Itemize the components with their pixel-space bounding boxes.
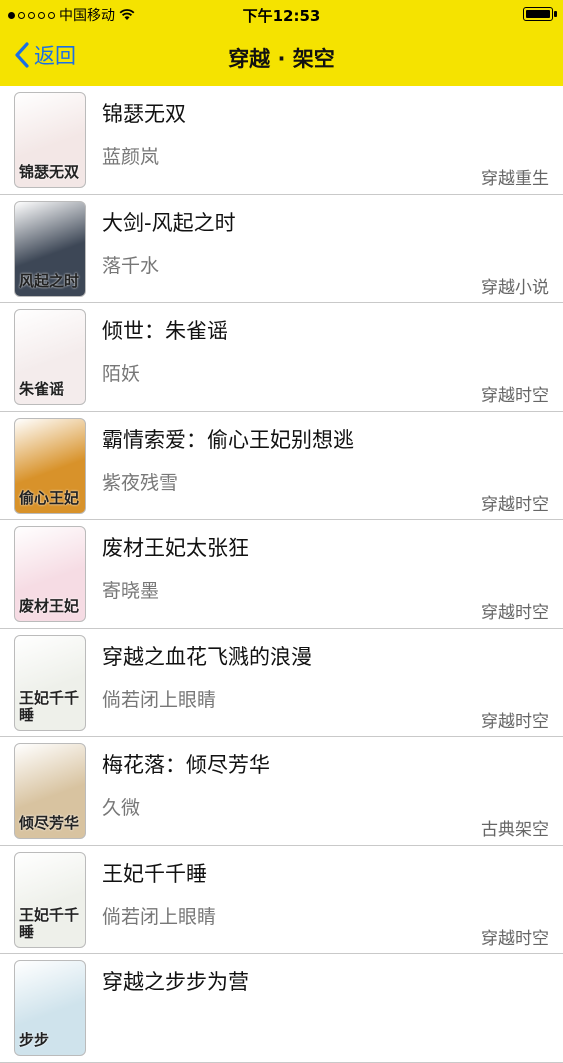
book-cover-text: 偷心王妃 [19,488,80,507]
book-list-item[interactable]: 王妃千千睡 王妃千千睡 倘若闭上眼睛 穿越时空 [0,845,563,954]
book-cover-text: 王妃千千睡 [19,688,80,724]
book-cover-text: 朱雀谣 [19,380,65,398]
page-title: 穿越 · 架空 [228,47,335,71]
book-cover: 朱雀谣 [14,309,86,405]
nav-bar: 返回 穿越 · 架空 [0,28,563,86]
status-bar: 中国移动 下午12:53 [0,0,563,28]
chevron-left-icon [15,42,29,68]
book-list-item[interactable]: 王妃千千睡 穿越之血花飞溅的浪漫 倘若闭上眼睛 穿越时空 [0,628,563,737]
book-category: 穿越重生 [481,169,549,189]
book-cover: 废材王妃 [14,526,86,622]
back-label: 返回 [34,44,76,68]
book-author: 倘若闭上眼睛 [102,688,217,711]
book-cover: 偷心王妃 [14,417,86,514]
book-title: 霸情索爱：偷心王妃别想逃 [102,427,354,452]
book-cover: 步步 [14,960,86,1056]
book-title: 穿越之血花飞溅的浪漫 [102,644,312,669]
book-cover: 锦瑟无双 [14,92,86,188]
book-category: 穿越时空 [481,386,549,406]
book-title: 穿越之步步为营 [102,970,249,994]
book-category: 穿越时空 [481,928,549,949]
book-list: 锦瑟无双 锦瑟无双 蓝颜岚 穿越重生 风起之时 大剑-风起之时 落千水 穿越小说… [0,86,563,1063]
back-button[interactable]: 返回 [14,40,76,70]
book-category: 穿越时空 [481,494,549,515]
book-title: 梅花落：倾尽芳华 [102,753,270,777]
book-title: 废材王妃太张狂 [102,536,249,560]
book-cover: 王妃千千睡 [14,634,86,731]
book-list-item[interactable]: 锦瑟无双 锦瑟无双 蓝颜岚 穿越重生 [0,86,563,195]
book-cover-text: 倾尽芳华 [19,814,80,832]
book-title: 倾世：朱雀谣 [102,319,228,343]
book-cover-text: 锦瑟无双 [19,163,80,181]
book-category: 穿越时空 [481,603,549,623]
book-author: 久微 [102,797,141,819]
book-author: 紫夜残雪 [102,471,179,494]
book-cover: 王妃千千睡 [14,851,86,948]
book-list-item[interactable]: 废材王妃 废材王妃太张狂 寄晓墨 穿越时空 [0,520,563,629]
book-author: 倘若闭上眼睛 [102,905,217,928]
book-list-item[interactable]: 倾尽芳华 梅花落：倾尽芳华 久微 古典架空 [0,737,563,846]
book-cover-text: 废材王妃 [19,597,80,615]
book-category: 穿越时空 [481,711,549,732]
status-time: 下午12:53 [242,7,321,25]
book-author: 寄晓墨 [102,580,160,602]
book-author: 落千水 [102,254,160,277]
book-title: 锦瑟无双 [102,102,186,126]
book-list-item[interactable]: 偷心王妃 霸情索爱：偷心王妃别想逃 紫夜残雪 穿越时空 [0,411,563,520]
book-author: 陌妖 [102,363,141,385]
book-cover-text: 王妃千千睡 [19,905,80,941]
book-list-item[interactable]: 朱雀谣 倾世：朱雀谣 陌妖 穿越时空 [0,303,563,412]
book-list-item[interactable]: 风起之时 大剑-风起之时 落千水 穿越小说 [0,194,563,303]
book-list-item[interactable]: 步步 穿越之步步为营 [0,954,563,1063]
book-category: 穿越小说 [481,277,549,298]
book-cover-text: 风起之时 [19,271,80,290]
book-cover: 倾尽芳华 [14,743,86,839]
book-author: 蓝颜岚 [102,146,160,168]
book-category: 古典架空 [481,820,549,840]
book-cover: 风起之时 [14,200,86,297]
book-title: 大剑-风起之时 [102,210,236,235]
battery-icon [523,7,557,21]
book-cover-text: 步步 [19,1031,50,1049]
book-title: 王妃千千睡 [102,861,207,886]
